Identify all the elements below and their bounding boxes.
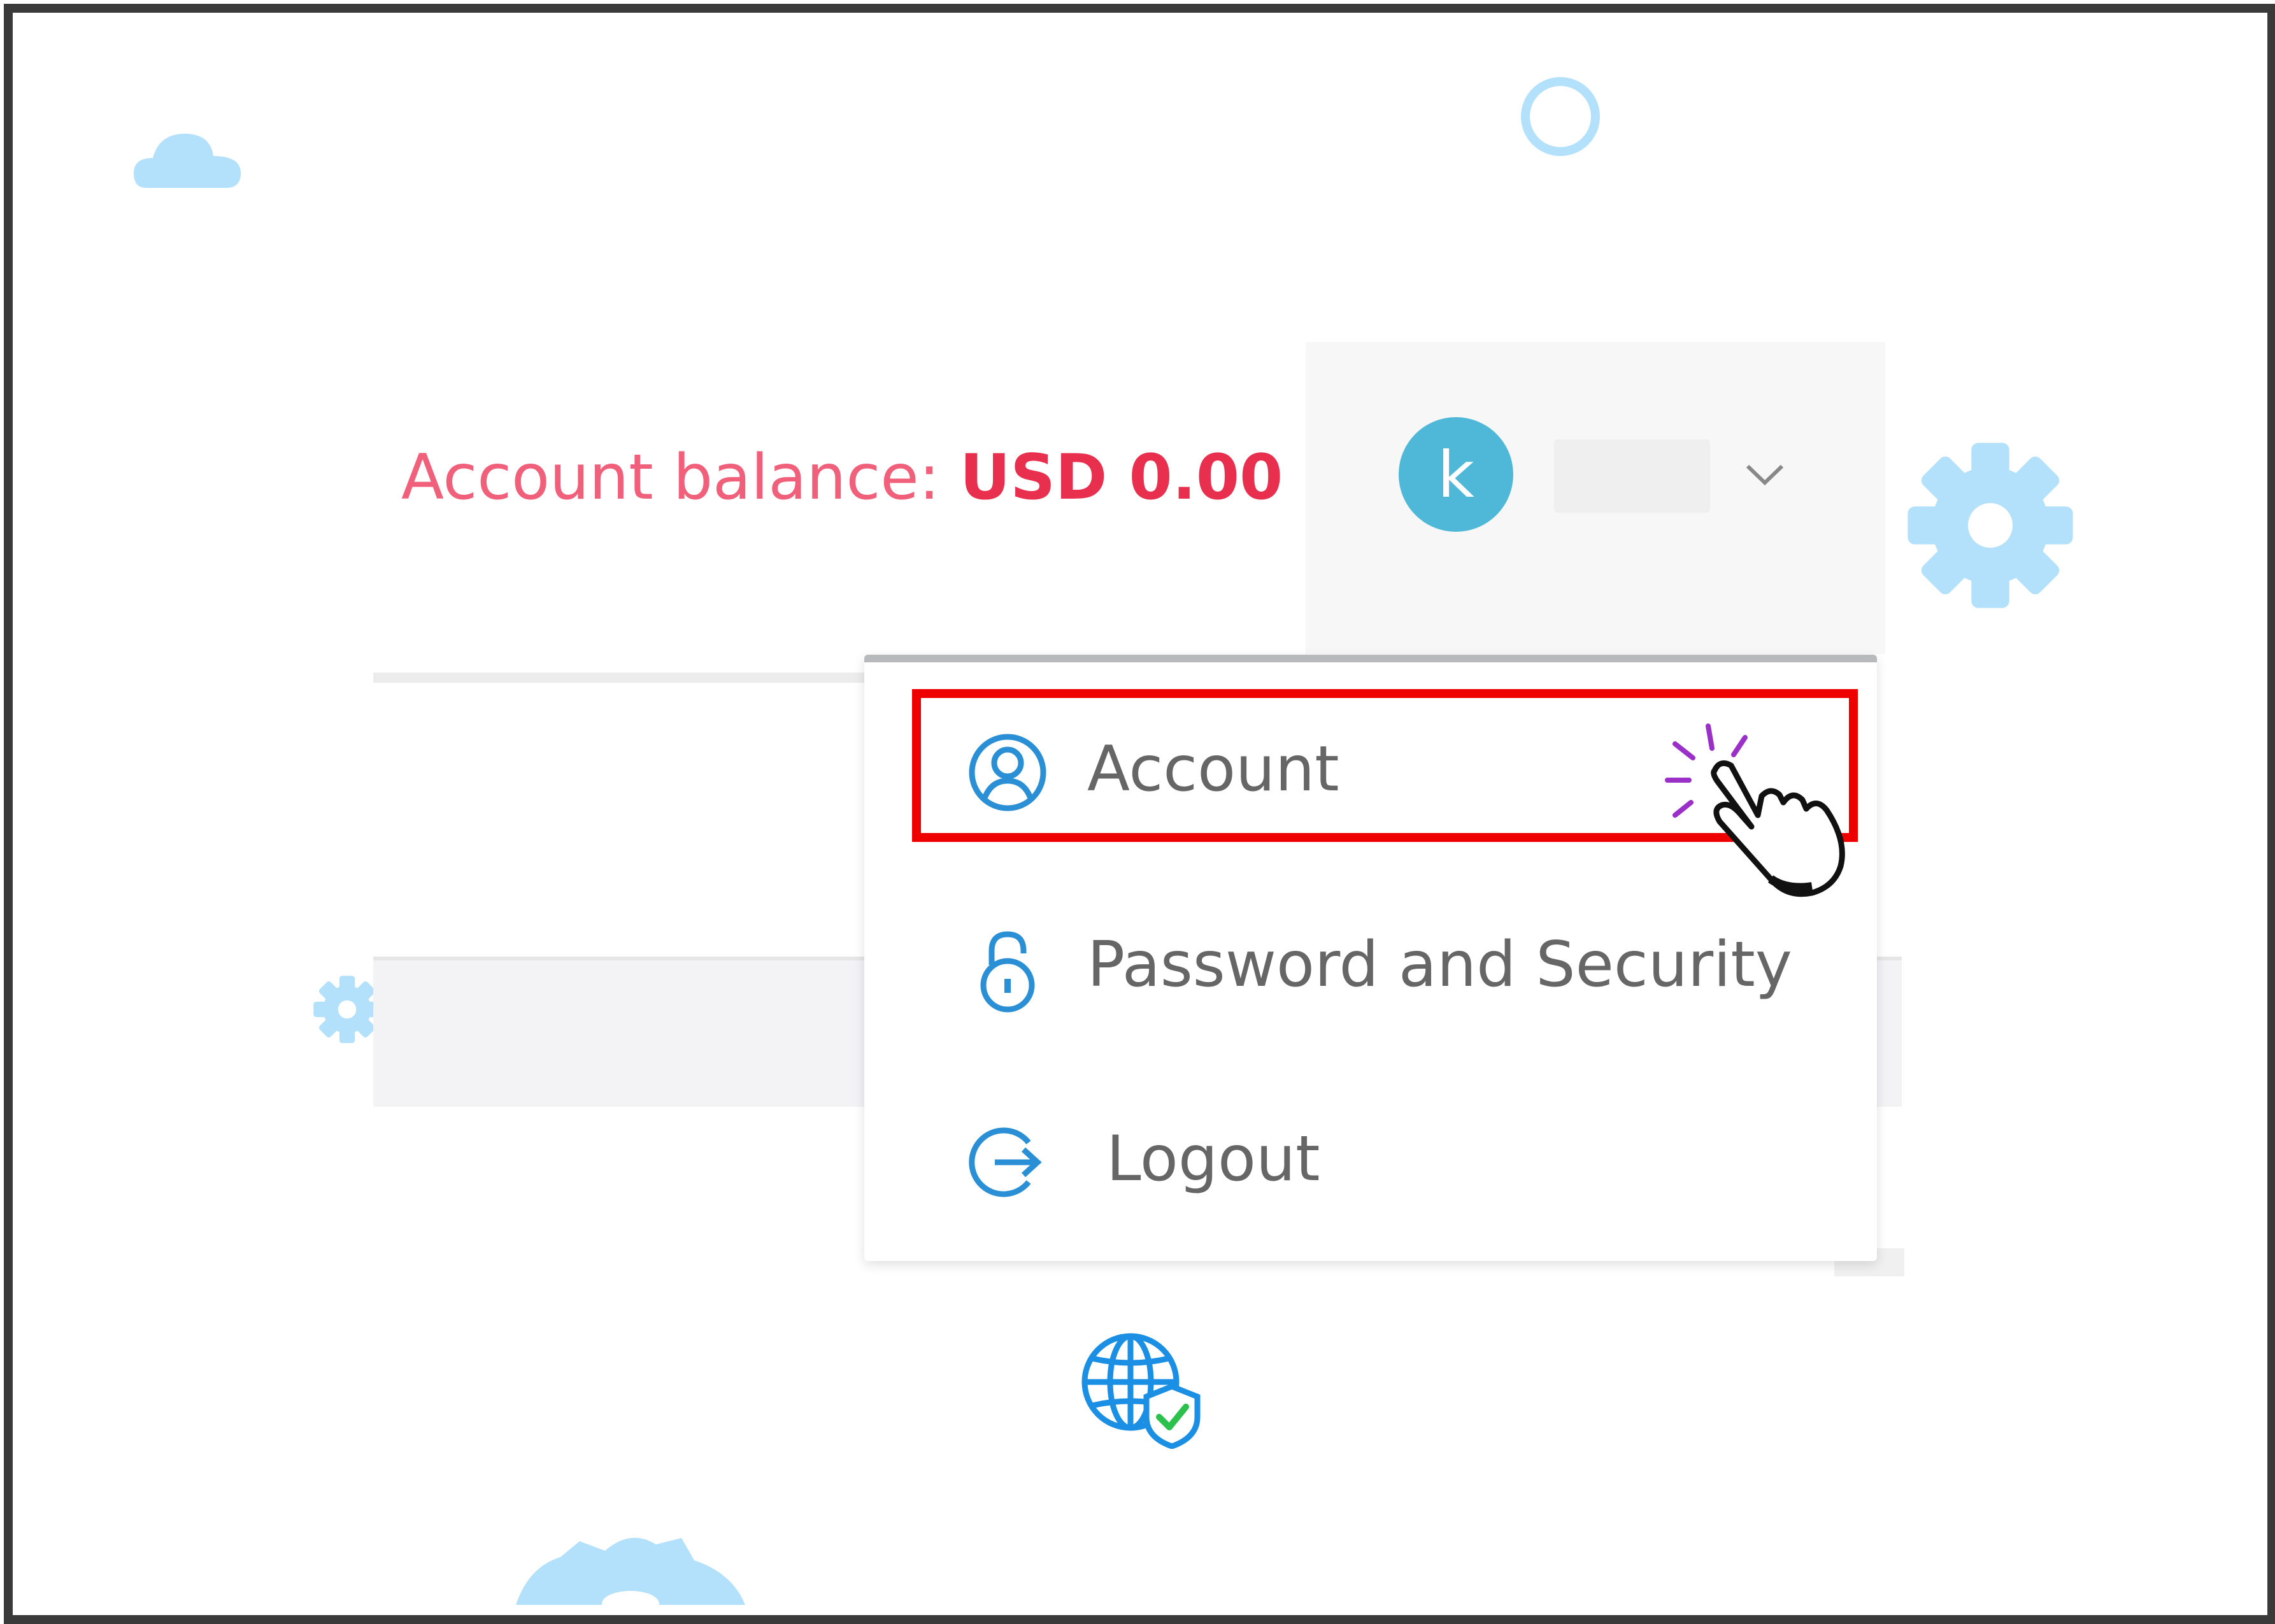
menu-item-label: Logout bbox=[1106, 1123, 1320, 1195]
logout-icon bbox=[969, 1127, 1042, 1197]
menu-item-logout[interactable]: Logout bbox=[864, 1089, 1877, 1229]
small-gear-icon bbox=[313, 976, 381, 1043]
lock-icon bbox=[980, 931, 1035, 1013]
cloud-icon bbox=[134, 134, 241, 188]
gear-icon bbox=[1908, 443, 2073, 608]
globe-shield-icon bbox=[1081, 1333, 1201, 1449]
ring-icon bbox=[1521, 77, 1600, 156]
avatar[interactable]: k bbox=[1399, 417, 1513, 532]
balance-amount: USD 0.00 bbox=[959, 441, 1283, 514]
account-balance: Account balance: USD 0.00 bbox=[401, 439, 1283, 516]
divider bbox=[373, 673, 870, 683]
menu-item-password-security[interactable]: Password and Security bbox=[864, 895, 1877, 1035]
bottom-gear-icon bbox=[516, 1537, 745, 1605]
hand-cursor-icon bbox=[1665, 723, 1845, 897]
menu-item-label: Password and Security bbox=[1087, 929, 1792, 1001]
username-redacted bbox=[1554, 439, 1710, 513]
chevron-down-icon[interactable] bbox=[1743, 459, 1787, 490]
balance-label: Account balance: bbox=[401, 441, 940, 514]
